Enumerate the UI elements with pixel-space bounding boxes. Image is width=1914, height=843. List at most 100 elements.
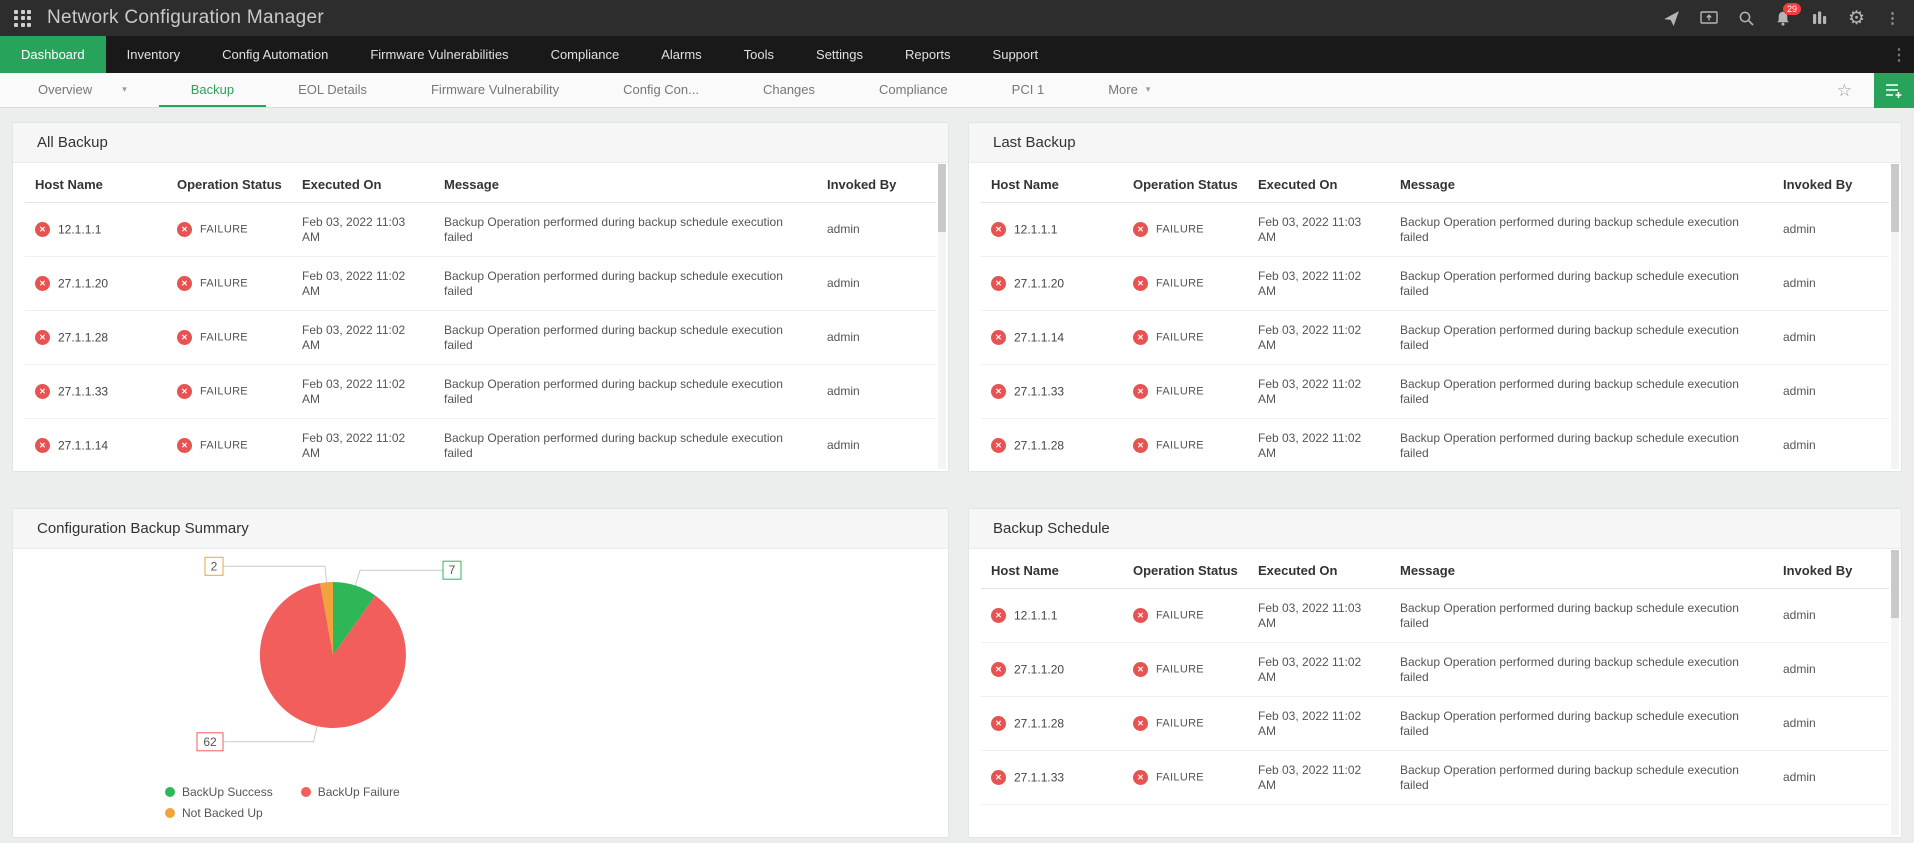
subnav-tab-label: Compliance: [879, 81, 948, 97]
subnav-tab-label: Changes: [762, 81, 816, 97]
panel-all-backup: All Backup Host Name Operation Status Exec…: [12, 122, 949, 472]
executed-on: Feb 03, 2022 11:02 AM: [1248, 696, 1390, 751]
table-row[interactable]: ✕ 27.1.1.14 ✕ FAILURE Feb 03, 2022 11:02 AM B…: [981, 310, 1889, 365]
table-row[interactable]: ✕ 27.1.1.28 ✕ FAILURE Feb 03, 2022 11:02 AM B…: [981, 696, 1889, 751]
operation-status: FAILURE: [200, 223, 248, 236]
all-backup-table-wrap: Host Name Operation Status Executed On Mess…: [13, 163, 948, 471]
executed-on: Feb 03, 2022 11:03 AM: [1248, 588, 1390, 643]
legend-item-backup-success[interactable]: BackUp Success: [165, 785, 273, 799]
failure-status-icon: ✕: [177, 222, 192, 238]
executed-on: Feb 03, 2022 11:02 AM: [292, 256, 434, 311]
subnav-tab-eol-details[interactable]: EOL Details: [266, 73, 399, 107]
failure-status-icon: ✕: [177, 438, 192, 454]
executed-on: Feb 03, 2022 11:02 AM: [1248, 750, 1390, 805]
panel-title: Configuration Backup Summary: [37, 520, 249, 537]
apps-grid-icon[interactable]: [14, 9, 31, 27]
executed-on: Feb 03, 2022 11:02 AM: [1248, 642, 1390, 697]
last-backup-table-wrap: Host Name Operation Status Executed On Mess…: [969, 163, 1901, 471]
pie-value-label: 62: [203, 735, 217, 749]
pie-callout-line: [354, 569, 443, 586]
pie-value-label: 2: [211, 559, 218, 573]
nav-more-vertical-icon[interactable]: ⋮: [1884, 36, 1914, 73]
subnav-tab-firmware-vulnerability[interactable]: Firmware Vulnerability: [399, 73, 591, 107]
table-row[interactable]: ✕ 27.1.1.20 ✕ FAILURE Feb 03, 2022 11:02 AM B…: [25, 256, 936, 311]
table-row[interactable]: ✕ 27.1.1.20 ✕ FAILURE Feb 03, 2022 11:02 AM B…: [981, 642, 1889, 697]
host-name: 12.1.1.1: [58, 222, 102, 237]
invoked-by: admin: [1773, 202, 1889, 257]
legend-item-not-backed-up[interactable]: Not Backed Up: [165, 806, 263, 820]
table-row[interactable]: ✕ 27.1.1.28 ✕ FAILURE Feb 03, 2022 11:02 AM B…: [981, 418, 1889, 471]
executed-on: Feb 03, 2022 11:03 AM: [1248, 202, 1390, 257]
column-header-operation-status: Operation Status: [1123, 163, 1248, 203]
nav-item-compliance[interactable]: Compliance: [530, 36, 641, 73]
host-name: 12.1.1.1: [1014, 222, 1058, 237]
subnav-tab-pci-1[interactable]: PCI 1: [980, 73, 1077, 107]
subnav-tab-more[interactable]: More ▾: [1076, 73, 1182, 107]
nav-item-alarms[interactable]: Alarms: [640, 36, 722, 73]
panel-last-backup: Last Backup Host Name Operation Status Exe…: [968, 122, 1902, 472]
failure-status-icon: ✕: [35, 438, 50, 454]
scrollbar-thumb[interactable]: [938, 164, 946, 232]
dashboard-content: All Backup Host Name Operation Status Exec…: [0, 108, 1914, 838]
nav-item-support[interactable]: Support: [972, 36, 1060, 73]
screen-share-icon[interactable]: [1700, 10, 1718, 26]
column-header-message: Message: [434, 163, 817, 203]
subnav-tab-label: PCI 1: [1011, 81, 1045, 97]
table-row[interactable]: ✕ 27.1.1.28 ✕ FAILURE Feb 03, 2022 11:02 AM B…: [25, 310, 936, 365]
column-header-message: Message: [1390, 549, 1773, 589]
favorite-star-icon[interactable]: ☆: [1837, 82, 1852, 99]
subnav-tab-changes[interactable]: Changes: [731, 73, 847, 107]
table-header-row: Host Name Operation Status Executed On Mess…: [25, 163, 936, 203]
invoked-by: admin: [1773, 364, 1889, 419]
subnav-tab-backup[interactable]: Backup: [158, 73, 267, 107]
bell-icon[interactable]: 29: [1775, 2, 1801, 27]
notification-badge: 29: [1782, 2, 1801, 16]
scrollbar-thumb[interactable]: [1891, 550, 1899, 618]
table-row[interactable]: ✕ 12.1.1.1 ✕ FAILURE Feb 03, 2022 11:03 AM Ba…: [981, 588, 1889, 643]
server-stats-icon[interactable]: [1811, 10, 1828, 26]
column-header-message: Message: [1390, 163, 1773, 203]
nav-item-firmware-vulnerabilities[interactable]: Firmware Vulnerabilities: [349, 36, 529, 73]
invoked-by: admin: [817, 202, 936, 257]
paper-plane-icon[interactable]: [1663, 10, 1680, 27]
failure-status-icon: ✕: [1133, 608, 1148, 624]
table-row[interactable]: ✕ 27.1.1.14 ✕ FAILURE Feb 03, 2022 11:02 AM B…: [25, 418, 936, 471]
legend-item-backup-failure[interactable]: BackUp Failure: [300, 785, 400, 799]
table-row[interactable]: ✕ 12.1.1.1 ✕ FAILURE Feb 03, 2022 11:03 AM Ba…: [981, 202, 1889, 257]
message: Backup Operation performed during backup…: [1390, 202, 1773, 257]
table-row[interactable]: ✕ 12.1.1.1 ✕ FAILURE Feb 03, 2022 11:03 AM Ba…: [25, 202, 936, 257]
table-scrollbar[interactable]: [1891, 164, 1899, 469]
nav-item-config-automation[interactable]: Config Automation: [201, 36, 349, 73]
table-row[interactable]: ✕ 27.1.1.20 ✕ FAILURE Feb 03, 2022 11:02 AM B…: [981, 256, 1889, 311]
invoked-by: admin: [817, 310, 936, 365]
host-name: 27.1.1.28: [1014, 438, 1065, 453]
operation-status: FAILURE: [1156, 223, 1204, 236]
panel-title: Last Backup: [993, 134, 1076, 151]
subnav-tab-config-con[interactable]: Config Con...: [591, 73, 731, 107]
nav-item-reports[interactable]: Reports: [884, 36, 972, 73]
subnav-tab-compliance[interactable]: Compliance: [847, 73, 980, 107]
table-row[interactable]: ✕ 27.1.1.33 ✕ FAILURE Feb 03, 2022 11:02 AM B…: [25, 364, 936, 419]
table-scrollbar[interactable]: [938, 164, 946, 469]
table-row[interactable]: ✕ 27.1.1.33 ✕ FAILURE Feb 03, 2022 11:02 AM B…: [981, 364, 1889, 419]
table-scrollbar[interactable]: [1891, 550, 1899, 835]
invoked-by: admin: [817, 418, 936, 471]
scrollbar-thumb[interactable]: [1891, 164, 1899, 232]
failure-status-icon: ✕: [991, 330, 1006, 346]
gear-icon[interactable]: ⚙: [1848, 9, 1865, 28]
subnav: Overview ▾ Backup EOL Details Firmware Vulne…: [0, 72, 1914, 108]
nav-item-settings[interactable]: Settings: [795, 36, 884, 73]
nav-item-tools[interactable]: Tools: [723, 36, 795, 73]
table-row[interactable]: ✕ 27.1.1.33 ✕ FAILURE Feb 03, 2022 11:02 AM B…: [981, 750, 1889, 805]
legend-label: BackUp Success: [182, 785, 273, 799]
legend-label: Not Backed Up: [182, 806, 263, 820]
subnav-tab-overview[interactable]: Overview ▾: [6, 73, 159, 107]
operation-status: FAILURE: [1156, 277, 1204, 290]
nav-item-dashboard[interactable]: Dashboard: [0, 36, 106, 73]
add-widget-button[interactable]: [1874, 72, 1914, 108]
nav-item-inventory[interactable]: Inventory: [106, 36, 201, 73]
search-icon[interactable]: [1738, 10, 1755, 27]
panel-header: All Backup: [13, 123, 948, 163]
pie-value-label: 7: [449, 563, 456, 577]
topbar-more-vertical-icon[interactable]: ⋮: [1885, 11, 1900, 26]
